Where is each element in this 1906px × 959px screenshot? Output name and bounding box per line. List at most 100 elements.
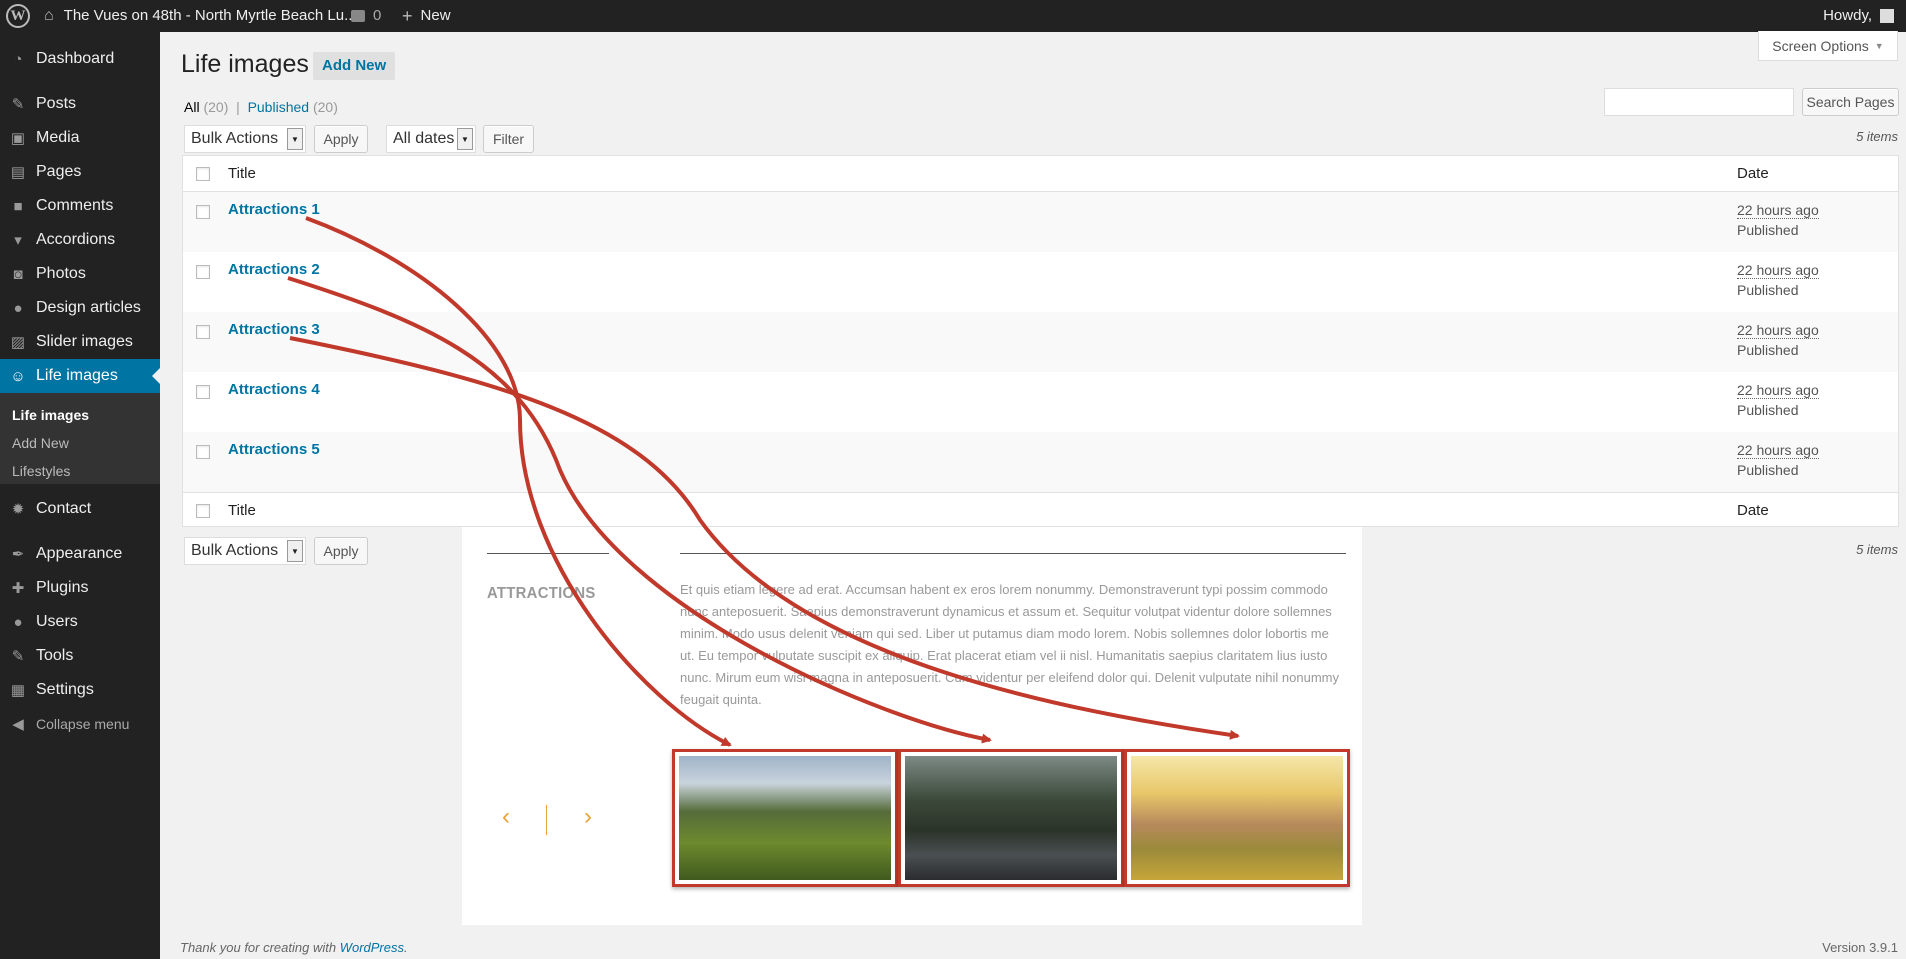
dropdown-arrow-icon: ▼ (287, 540, 303, 562)
table-row: Attractions 3 22 hours ago Published (183, 312, 1898, 372)
apply-button-bottom[interactable]: Apply (314, 537, 368, 565)
sidebar-item-design-articles[interactable]: ● Design articles (0, 291, 160, 325)
sidebar-item-appearance[interactable]: ✒ Appearance (0, 537, 160, 571)
row-title-link[interactable]: Attractions 2 (228, 261, 320, 278)
sidebar-item-label: Pages (36, 163, 82, 180)
site-name: The Vues on 48th - North Myrtle Beach Lu… (63, 7, 357, 24)
wordpress-link[interactable]: WordPress (340, 940, 404, 955)
table-row: Attractions 5 22 hours ago Published (183, 432, 1898, 492)
status-views: All (20) | Published (20) (184, 99, 338, 115)
bulk-actions-value: Bulk Actions (191, 130, 279, 147)
life-images-submenu: Life images Add New Lifestyles (0, 393, 160, 484)
carousel-next-icon[interactable]: › (584, 803, 592, 831)
comments-icon: ■ (13, 197, 23, 215)
row-title-link[interactable]: Attractions 1 (228, 201, 320, 218)
column-date-header[interactable]: Date (1737, 165, 1769, 182)
filter-button[interactable]: Filter (483, 125, 534, 153)
row-checkbox[interactable] (196, 385, 210, 399)
mountain-valley-image (679, 756, 891, 880)
submenu-item-lifestyles[interactable]: Lifestyles (12, 463, 70, 479)
submenu-item-life-images[interactable]: Life images (12, 407, 89, 423)
sidebar-item-pages[interactable]: ▤ Pages (0, 155, 160, 189)
sunny-building-image (1131, 756, 1343, 880)
attraction-thumb-1[interactable] (672, 749, 898, 887)
select-all-checkbox[interactable] (196, 167, 210, 181)
row-checkbox[interactable] (196, 265, 210, 279)
sidebar-item-users[interactable]: ● Users (0, 605, 160, 639)
row-checkbox[interactable] (196, 325, 210, 339)
row-checkbox[interactable] (196, 205, 210, 219)
row-date: 22 hours ago (1737, 322, 1819, 339)
collapse-menu-button[interactable]: ◀ Collapse menu (0, 707, 160, 741)
account-menu[interactable]: Howdy, (1823, 0, 1894, 32)
new-content-link[interactable]: + New (402, 0, 451, 32)
heading-divider (487, 553, 609, 554)
sidebar-item-label: Settings (36, 681, 94, 698)
site-name-link[interactable]: ⌂ The Vues on 48th - North Myrtle Beach … (44, 0, 357, 32)
row-title-link[interactable]: Attractions 5 (228, 441, 320, 458)
rainy-road-image (905, 756, 1117, 880)
apply-button[interactable]: Apply (314, 125, 368, 153)
sidebar-item-slider-images[interactable]: ▨ Slider images (0, 325, 160, 359)
sidebar-item-tools[interactable]: ✎ Tools (0, 639, 160, 673)
add-new-button[interactable]: Add New (313, 52, 396, 80)
design-icon: ● (13, 299, 23, 317)
home-icon: ⌂ (44, 7, 54, 24)
column-title-header[interactable]: Title (228, 165, 256, 182)
dates-select[interactable]: All dates ▼ (386, 125, 476, 153)
collapse-label: Collapse menu (36, 716, 130, 732)
sidebar-item-plugins[interactable]: ✚ Plugins (0, 571, 160, 605)
attractions-preview: ATTRACTIONS Et quis etiam legere ad erat… (462, 527, 1362, 925)
search-input[interactable] (1604, 88, 1794, 116)
comments-link[interactable]: 0 (351, 0, 381, 32)
attraction-thumb-2[interactable] (898, 749, 1124, 887)
footer-period: . (404, 940, 408, 955)
row-status: Published (1737, 282, 1799, 298)
row-title-link[interactable]: Attractions 3 (228, 321, 320, 338)
sidebar-item-media[interactable]: ▣ Media (0, 121, 160, 155)
view-all-link[interactable]: All (20) (184, 99, 228, 115)
screen-options-button[interactable]: Screen Options ▼ (1758, 31, 1898, 61)
carousel-prev-icon[interactable]: ‹ (502, 803, 510, 831)
howdy-text: Howdy, (1823, 7, 1872, 24)
table-row: Attractions 2 22 hours ago Published (183, 252, 1898, 312)
bulk-actions-select[interactable]: Bulk Actions ▼ (184, 125, 306, 153)
sidebar-item-label: Accordions (36, 231, 116, 248)
accordions-icon: ▾ (14, 232, 22, 249)
row-title-link[interactable]: Attractions 4 (228, 381, 320, 398)
footer-thanks: Thank you for creating with WordPress. (180, 940, 408, 955)
preview-paragraph: Et quis etiam legere ad erat. Accumsan h… (680, 582, 1340, 707)
version-text: Version 3.9.1 (1822, 940, 1898, 955)
sidebar-item-dashboard[interactable]: ◔ Dashboard (0, 42, 160, 76)
comments-count: 0 (373, 7, 382, 24)
pages-icon: ▤ (10, 164, 26, 181)
wordpress-logo-icon[interactable]: W (6, 4, 30, 28)
select-all-checkbox-footer[interactable] (196, 504, 210, 518)
sidebar-item-accordions[interactable]: ▾ Accordions (0, 223, 160, 257)
admin-bar: W ⌂ The Vues on 48th - North Myrtle Beac… (0, 0, 1906, 32)
sidebar-item-settings[interactable]: ▦ Settings (0, 673, 160, 707)
sidebar-item-life-images[interactable]: ☺ Life images (0, 359, 160, 393)
sidebar-item-label: Slider images (36, 333, 133, 350)
user-icon: ● (13, 613, 23, 631)
sidebar-item-photos[interactable]: ◙ Photos (0, 257, 160, 291)
view-published-link[interactable]: Published (20) (248, 99, 338, 115)
column-date-footer[interactable]: Date (1737, 502, 1769, 519)
column-title-footer[interactable]: Title (228, 502, 256, 519)
admin-sidebar: ◔ Dashboard ✎ Posts ▣ Media ▤ Pages ■ Co… (0, 32, 160, 959)
sidebar-item-comments[interactable]: ■ Comments (0, 189, 160, 223)
sidebar-item-posts[interactable]: ✎ Posts (0, 87, 160, 121)
view-published-count: (20) (312, 99, 338, 115)
submenu-item-add-new[interactable]: Add New (12, 435, 69, 451)
photos-icon: ◙ (13, 265, 23, 283)
sidebar-item-contact[interactable]: ✹ Contact (0, 492, 160, 526)
bulk-actions-select-bottom[interactable]: Bulk Actions ▼ (184, 537, 306, 565)
row-checkbox[interactable] (196, 445, 210, 459)
dropdown-arrow-icon: ▼ (287, 128, 303, 150)
brush-icon: ✒ (11, 546, 25, 563)
sidebar-item-label: Plugins (36, 579, 89, 596)
sidebar-item-label: Media (36, 129, 80, 146)
sidebar-item-label: Design articles (36, 299, 141, 316)
search-pages-button[interactable]: Search Pages (1802, 88, 1899, 116)
attraction-thumb-3[interactable] (1124, 749, 1350, 887)
